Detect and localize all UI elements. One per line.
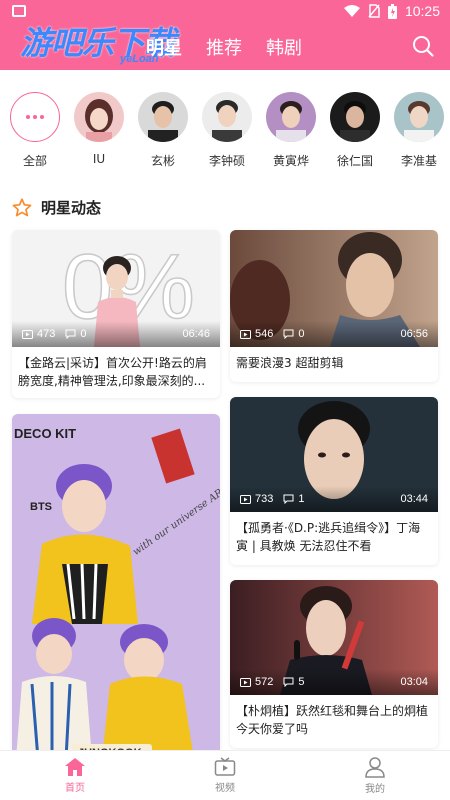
tab-kdrama[interactable]: 韩剧: [266, 34, 302, 60]
avatar: [202, 92, 252, 142]
play-count: 473: [22, 328, 55, 340]
top-header: 10:25 游吧乐下载 yeLoan 明星 推荐 韩剧: [0, 0, 450, 70]
video-thumbnail: 733 1 03:44: [230, 397, 438, 512]
comment-count: 5: [283, 676, 304, 688]
play-count-value: 473: [37, 328, 56, 340]
video-duration: 03:44: [400, 493, 428, 505]
play-icon: [240, 329, 251, 339]
nav-video[interactable]: 视频: [150, 751, 300, 800]
comment-count-value: 0: [80, 328, 87, 340]
star-item-all[interactable]: 全部: [10, 92, 60, 169]
comment-icon: [65, 329, 76, 339]
profile-icon: [365, 757, 385, 778]
star-item-lee-jong-suk[interactable]: 李钟硕: [202, 92, 252, 169]
no-sim-icon: [368, 4, 380, 18]
thumbnail-text: DECO KIT: [14, 426, 76, 441]
nav-label: 视频: [215, 783, 235, 794]
video-card[interactable]: 733 1 03:44 【孤勇者·《D.P:逃兵追缉令》】丁海寅 | 具教焕 无…: [230, 397, 438, 565]
star-outline-icon: [12, 198, 32, 217]
video-title: 【金路云|采访】首次公开!路云的肩膀宽度,精神管理法,印象最深刻的...: [18, 356, 207, 388]
gallery-notification-icon: [12, 5, 26, 17]
star-item-lee-joon-gi[interactable]: 李准基: [394, 92, 444, 169]
video-duration: 06:46: [182, 328, 210, 340]
search-icon[interactable]: [412, 35, 434, 57]
comment-icon: [283, 329, 294, 339]
tab-recommend[interactable]: 推荐: [206, 34, 242, 60]
header-tabs: 明星 推荐 韩剧: [146, 34, 302, 60]
nav-profile[interactable]: 我的: [300, 751, 450, 800]
star-list: 全部 IU 玄彬 李钟硕 黄寅烨 徐仁国 李准基: [10, 92, 444, 169]
play-count: 733: [240, 493, 273, 505]
tab-stars[interactable]: 明星: [146, 34, 182, 60]
avatar: [266, 92, 316, 142]
play-count-value: 733: [255, 493, 274, 505]
video-meta: 733 1 03:44: [230, 486, 438, 512]
star-item-hyun-bin[interactable]: 玄彬: [138, 92, 188, 169]
comment-count-value: 5: [298, 676, 305, 688]
play-count-value: 546: [255, 328, 274, 340]
star-name: 玄彬: [150, 154, 175, 168]
video-card[interactable]: DECO KIT BTS with our universe ARMY JUNG…: [12, 414, 220, 759]
video-thumbnail: 0% 473 0 06:46: [12, 230, 220, 347]
play-count: 572: [240, 676, 273, 688]
avatar: [138, 92, 188, 142]
app-root: 10:25 游吧乐下载 yeLoan 明星 推荐 韩剧 全部 IU 玄彬 李钟硕…: [0, 0, 450, 800]
comment-icon: [283, 494, 294, 504]
status-right: 10:25: [343, 3, 440, 19]
section-title: 明星动态: [41, 199, 102, 217]
video-meta: 546 0 06:56: [230, 321, 438, 347]
video-thumbnail: DECO KIT BTS with our universe ARMY JUNG…: [12, 414, 220, 759]
video-card[interactable]: 0% 473 0 06:46 【金路云|采访】首次公开!路云的肩膀宽度,精神管理…: [12, 230, 220, 398]
star-name: 全部: [22, 154, 47, 168]
home-icon: [65, 758, 85, 776]
battery-icon: [387, 3, 397, 19]
section-header: 明星动态: [12, 197, 101, 218]
comment-count: 0: [65, 328, 86, 340]
wifi-icon: [343, 4, 360, 17]
play-icon: [240, 494, 251, 504]
status-time: 10:25: [404, 3, 440, 19]
video-duration: 06:56: [400, 328, 428, 340]
video-meta: 473 0 06:46: [12, 321, 220, 347]
video-card[interactable]: 546 0 06:56 需要浪漫3 超甜剪辑: [230, 230, 438, 382]
avatar: [330, 92, 380, 142]
star-item-seo-in-guk[interactable]: 徐仁国: [330, 92, 380, 169]
video-icon: [214, 757, 236, 776]
star-item-iu[interactable]: IU: [74, 92, 124, 169]
nav-home[interactable]: 首页: [0, 751, 150, 800]
play-count: 546: [240, 328, 273, 340]
star-name: 黄寅烨: [272, 154, 309, 168]
comment-count-value: 0: [298, 328, 305, 340]
avatar: [74, 92, 124, 142]
comment-icon: [283, 677, 294, 687]
video-duration: 03:04: [400, 676, 428, 688]
more-dots-icon: [10, 92, 60, 142]
star-name: 李准基: [400, 154, 437, 168]
star-name: 徐仁国: [336, 154, 373, 168]
video-card[interactable]: 572 5 03:04 【朴炯植】跃然红毯和舞台上的炯植 今天你爱了吗: [230, 580, 438, 748]
nav-label: 我的: [365, 784, 385, 795]
comment-count-value: 1: [298, 493, 305, 505]
video-meta: 572 5 03:04: [230, 669, 438, 695]
play-icon: [22, 329, 33, 339]
star-name: 李钟硕: [208, 154, 245, 168]
avatar: [394, 92, 444, 142]
video-thumbnail: 572 5 03:04: [230, 580, 438, 695]
nav-label: 首页: [65, 783, 85, 794]
video-title: 【朴炯植】跃然红毯和舞台上的炯植 今天你爱了吗: [236, 704, 429, 736]
play-icon: [240, 677, 251, 687]
comment-count: 1: [283, 493, 304, 505]
star-item-hwang-in-yeop[interactable]: 黄寅烨: [266, 92, 316, 169]
video-thumbnail: 546 0 06:56: [230, 230, 438, 347]
video-title: 【孤勇者·《D.P:逃兵追缉令》】丁海寅 | 具教焕 无法忍住不看: [236, 521, 421, 553]
bottom-nav: 首页 视频 我的: [0, 750, 450, 800]
comment-count: 0: [283, 328, 304, 340]
thumbnail-text: BTS: [30, 501, 52, 513]
play-count-value: 572: [255, 676, 274, 688]
video-title: 需要浪漫3 超甜剪辑: [236, 356, 344, 370]
star-name: IU: [92, 152, 106, 166]
